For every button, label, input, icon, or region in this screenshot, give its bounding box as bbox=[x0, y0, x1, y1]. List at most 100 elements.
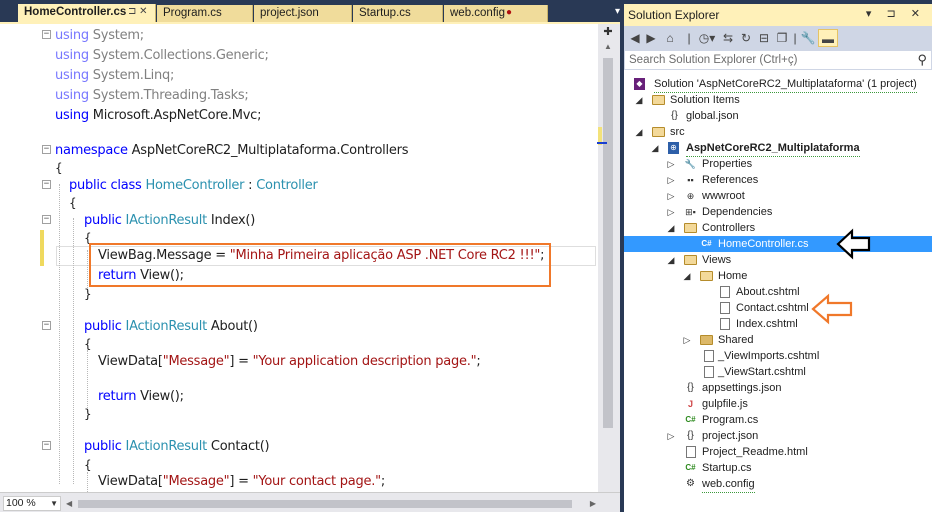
tab-homecontroller[interactable]: HomeController.cs ⊐ ✕ bbox=[18, 4, 156, 22]
fold-toggle[interactable]: − bbox=[42, 180, 51, 189]
tree-item-home-folder[interactable]: ◢ Home bbox=[624, 268, 932, 284]
cshtml-file-icon bbox=[720, 302, 730, 314]
scroll-left-icon[interactable]: ◀ bbox=[66, 497, 72, 511]
expanded-arrow-icon[interactable]: ◢ bbox=[666, 220, 676, 236]
csharp-file-icon: C# bbox=[685, 463, 696, 472]
tree-item-solution-items[interactable]: ◢ Solution Items bbox=[624, 92, 932, 108]
zoom-select[interactable]: 100 % ▼ bbox=[3, 496, 61, 511]
tree-item-solution[interactable]: ◆ Solution 'AspNetCoreRC2_Multiplataform… bbox=[624, 76, 932, 93]
tree-item-startup-cs[interactable]: C# Startup.cs bbox=[624, 460, 932, 476]
panel-title-bar: Solution Explorer ▾ ⊐ ✕ bbox=[624, 4, 932, 26]
expanded-arrow-icon[interactable]: ◢ bbox=[682, 268, 692, 284]
tab-web-config[interactable]: web.config ● bbox=[444, 5, 548, 22]
tree-item-views[interactable]: ◢ Views bbox=[624, 252, 932, 268]
split-window-icon[interactable]: ✚ bbox=[600, 26, 616, 38]
editor-status-row: 100 % ▼ ◀ ▶ bbox=[0, 492, 620, 512]
scrollbar-caret-marker bbox=[597, 142, 607, 144]
cshtml-file-icon bbox=[720, 318, 730, 330]
document-tab-bar: HomeController.cs ⊐ ✕ Program.cs project… bbox=[0, 0, 620, 22]
tree-item-dependencies[interactable]: ▷ ⊞▪ Dependencies bbox=[624, 204, 932, 220]
globe-icon: ⊕ bbox=[686, 191, 695, 201]
pin-close-icon[interactable]: ⊐ ✕ bbox=[128, 6, 148, 17]
code-line: { bbox=[55, 161, 63, 175]
tree-item-about-cshtml[interactable]: About.cshtml bbox=[624, 284, 932, 300]
code-line: { bbox=[84, 337, 92, 351]
folder-open-icon bbox=[684, 223, 697, 233]
tab-project-json[interactable]: project.json bbox=[254, 5, 352, 22]
tree-item-contact-cshtml[interactable]: Contact.cshtml bbox=[624, 300, 932, 316]
tree-item-appsettings[interactable]: {} appsettings.json bbox=[624, 380, 932, 396]
expanded-arrow-icon[interactable]: ◢ bbox=[634, 124, 644, 140]
tree-item-shared-folder[interactable]: ▷ Shared bbox=[624, 332, 932, 348]
search-input[interactable] bbox=[625, 51, 905, 69]
show-all-files-icon[interactable]: ❐ bbox=[774, 29, 790, 47]
home-icon[interactable]: ⌂ bbox=[662, 29, 678, 47]
collapsed-arrow-icon[interactable]: ▷ bbox=[666, 188, 676, 204]
tab-startup[interactable]: Startup.cs bbox=[353, 5, 443, 22]
tree-item-global-json[interactable]: {} global.json bbox=[624, 108, 932, 124]
scrollbar-thumb[interactable] bbox=[78, 500, 572, 508]
expanded-arrow-icon[interactable]: ◢ bbox=[666, 252, 676, 268]
preview-selected-icon[interactable]: ▬ bbox=[818, 29, 838, 47]
json-file-icon: {} bbox=[687, 382, 694, 393]
scrollbar-thumb[interactable] bbox=[603, 58, 613, 428]
cshtml-file-icon bbox=[704, 350, 714, 362]
tab-label: project.json bbox=[260, 7, 319, 19]
search-icon[interactable]: ⚲ bbox=[917, 52, 927, 68]
pending-changes-icon[interactable]: ◷▾ bbox=[696, 29, 718, 47]
wrench-icon: 🔧 bbox=[684, 159, 697, 169]
zoom-value: 100 % bbox=[6, 497, 36, 509]
back-icon[interactable]: ◀ bbox=[628, 29, 642, 47]
code-editor[interactable]: − − − − − − using System; using System.C… bbox=[0, 22, 620, 512]
tree-item-wwwroot[interactable]: ▷ ⊕ wwwroot bbox=[624, 188, 932, 204]
tree-item-program-cs[interactable]: C# Program.cs bbox=[624, 412, 932, 428]
collapsed-arrow-icon[interactable]: ▷ bbox=[666, 172, 676, 188]
fold-toggle[interactable]: − bbox=[42, 321, 51, 330]
panel-window-controls-icon[interactable]: ▾ ⊐ ✕ bbox=[866, 7, 926, 20]
collapsed-arrow-icon[interactable]: ▷ bbox=[666, 156, 676, 172]
tab-program[interactable]: Program.cs bbox=[157, 5, 253, 22]
tree-item-homecontroller[interactable]: C# HomeController.cs bbox=[624, 236, 932, 252]
collapse-all-icon[interactable]: ⊟ bbox=[756, 29, 772, 47]
tree-item-gulpfile[interactable]: J gulpfile.js bbox=[624, 396, 932, 412]
forward-icon[interactable]: ▶ bbox=[644, 29, 658, 47]
cshtml-file-icon bbox=[704, 366, 714, 378]
fold-toggle[interactable]: − bbox=[42, 441, 51, 450]
indent-guide bbox=[87, 350, 88, 412]
tree-item-controllers[interactable]: ◢ Controllers bbox=[624, 220, 932, 236]
fold-toggle[interactable]: − bbox=[42, 30, 51, 39]
fold-toggle[interactable]: − bbox=[42, 145, 51, 154]
solution-search-box[interactable]: ⚲ bbox=[624, 50, 932, 70]
code-line: return View(); bbox=[98, 389, 184, 404]
expanded-arrow-icon[interactable]: ◢ bbox=[634, 92, 644, 108]
collapsed-arrow-icon[interactable]: ▷ bbox=[666, 428, 676, 444]
config-file-icon: ⚙ bbox=[686, 478, 695, 489]
tree-item-properties[interactable]: ▷ 🔧 Properties bbox=[624, 156, 932, 172]
tree-item-viewimports[interactable]: _ViewImports.cshtml bbox=[624, 348, 932, 364]
tree-item-project[interactable]: ◢ ⊕ AspNetCoreRC2_Multiplataforma bbox=[624, 140, 932, 157]
tree-item-project-readme[interactable]: Project_Readme.html bbox=[624, 444, 932, 460]
tree-item-web-config[interactable]: ⚙ web.config bbox=[624, 476, 932, 493]
tree-item-index-cshtml[interactable]: Index.cshtml bbox=[624, 316, 932, 332]
separator: | bbox=[793, 31, 797, 45]
properties-wrench-icon[interactable]: 🔧 bbox=[800, 29, 816, 47]
tree-item-src[interactable]: ◢ src bbox=[624, 124, 932, 140]
separator: | bbox=[687, 31, 691, 45]
tree-item-project-json[interactable]: ▷ {} project.json bbox=[624, 428, 932, 444]
refresh-icon[interactable]: ↻ bbox=[738, 29, 754, 47]
collapsed-arrow-icon[interactable]: ▷ bbox=[682, 332, 692, 348]
tab-dropdown-icon[interactable]: ▾ bbox=[586, 6, 620, 22]
collapsed-arrow-icon[interactable]: ▷ bbox=[666, 204, 676, 220]
scroll-right-icon[interactable]: ▶ bbox=[590, 497, 596, 511]
expanded-arrow-icon[interactable]: ◢ bbox=[650, 140, 660, 156]
solution-tree[interactable]: ◆ Solution 'AspNetCoreRC2_Multiplataform… bbox=[624, 70, 932, 512]
panel-title: Solution Explorer bbox=[628, 8, 720, 22]
sync-icon[interactable]: ⇆ bbox=[720, 29, 736, 47]
tree-item-references[interactable]: ▷ ▪▪ References bbox=[624, 172, 932, 188]
code-area[interactable]: − − − − − − using System; using System.C… bbox=[0, 24, 598, 492]
tree-item-viewstart[interactable]: _ViewStart.cshtml bbox=[624, 364, 932, 380]
cshtml-file-icon bbox=[720, 286, 730, 298]
horizontal-scrollbar[interactable]: ◀ ▶ bbox=[64, 497, 598, 511]
fold-toggle[interactable]: − bbox=[42, 215, 51, 224]
scroll-up-icon[interactable]: ▲ bbox=[600, 40, 616, 54]
